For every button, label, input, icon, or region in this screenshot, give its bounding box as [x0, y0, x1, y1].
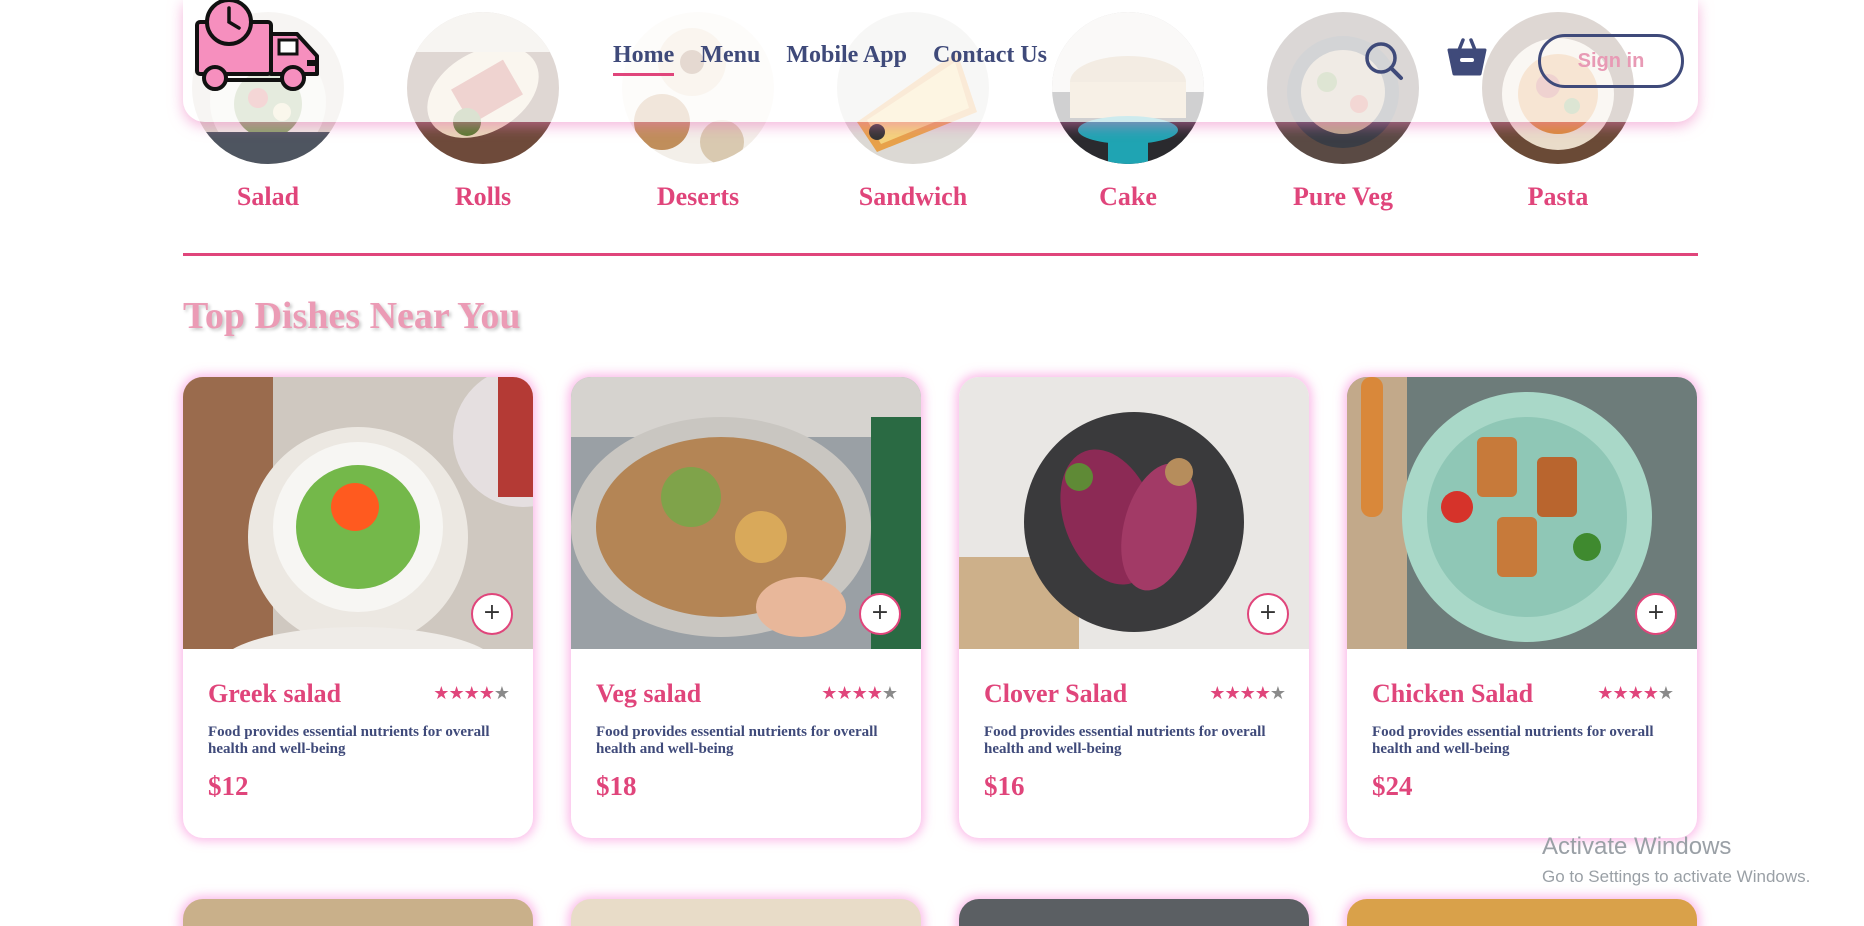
chicken-salad-photo: +	[1347, 377, 1697, 649]
category-label: Rolls	[454, 182, 512, 211]
dish-info: Chicken Salad ★★★★★ Food provides essent…	[1347, 649, 1697, 802]
star-icon: ★	[821, 683, 837, 704]
dish-card[interactable]: + Clover Salad ★★★★★ Food provides essen…	[959, 377, 1309, 838]
search-icon[interactable]	[1363, 40, 1405, 82]
watermark-title: Activate Windows	[1542, 833, 1732, 860]
dish-card-peek[interactable]	[183, 899, 533, 926]
star-icon: ★	[1209, 683, 1225, 704]
main-nav: Home Menu Mobile App Contact Us	[613, 42, 1047, 76]
star-icon: ★	[866, 683, 883, 704]
dish-price: $16	[984, 771, 1025, 801]
dish-card-peek[interactable]	[959, 899, 1309, 926]
star-icon: ★	[1612, 683, 1628, 704]
star-icon: ★	[851, 683, 868, 704]
watermark-subtitle: Go to Settings to activate Windows.	[1542, 867, 1811, 886]
section-title: Top Dishes Near You	[183, 295, 521, 337]
dish-info: Veg salad ★★★★★ Food provides essential …	[571, 649, 921, 802]
veg-salad-photo: +	[571, 377, 921, 649]
star-icon: ★	[1269, 683, 1286, 704]
star-icon: ★	[1627, 683, 1644, 704]
star-icon: ★	[1224, 683, 1240, 704]
category-label: Cake	[1099, 182, 1157, 211]
add-to-cart-button[interactable]: +	[471, 593, 513, 635]
dish-card-peek[interactable]	[571, 899, 921, 926]
dish-price: $18	[596, 771, 637, 801]
star-icon: ★	[1254, 683, 1271, 704]
star-rating: ★★★★★	[433, 683, 510, 704]
dish-description: Food provides essential nutrients for ov…	[984, 724, 1266, 757]
star-icon: ★	[1239, 683, 1256, 704]
nav-link-menu[interactable]: Menu	[700, 42, 760, 76]
delivery-truck-logo[interactable]	[193, 0, 323, 92]
activate-windows-watermark: Activate Windows Go to Settings to activ…	[1542, 833, 1810, 887]
dish-price: $12	[208, 771, 249, 801]
category-label: Pure Veg	[1293, 182, 1393, 211]
dish-card[interactable]: + Veg salad ★★★★★ Food provides essentia…	[571, 377, 921, 838]
star-rating: ★★★★★	[821, 683, 898, 704]
add-to-cart-button[interactable]: +	[1635, 593, 1677, 635]
dish-price: $24	[1372, 771, 1413, 801]
clover-salad-photo: +	[959, 377, 1309, 649]
star-icon: ★	[1657, 683, 1674, 704]
star-icon: ★	[478, 683, 495, 704]
dish-card-peek[interactable]	[1347, 899, 1697, 926]
dish-card[interactable]: + Chicken Salad ★★★★★ Food provides esse…	[1347, 377, 1697, 838]
category-label: Pasta	[1527, 182, 1589, 211]
add-to-cart-button[interactable]: +	[1247, 593, 1289, 635]
category-label: Sandwich	[858, 182, 968, 211]
nav-link-mobile-app[interactable]: Mobile App	[786, 42, 907, 76]
navbar: Home Menu Mobile App Contact Us Sign in	[183, 0, 1698, 122]
star-icon: ★	[448, 683, 464, 704]
section-divider	[183, 253, 1698, 256]
star-icon: ★	[433, 683, 449, 704]
dish-card[interactable]: + Greek salad ★★★★★ Food provides essent…	[183, 377, 533, 838]
category-label: Deserts	[656, 182, 740, 211]
star-rating: ★★★★★	[1209, 683, 1286, 704]
add-to-cart-button[interactable]: +	[859, 593, 901, 635]
sign-in-button[interactable]: Sign in	[1538, 34, 1684, 88]
dish-info: Clover Salad ★★★★★ Food provides essenti…	[959, 649, 1309, 802]
star-icon: ★	[493, 683, 510, 704]
star-icon: ★	[1597, 683, 1613, 704]
nav-link-home[interactable]: Home	[613, 42, 675, 76]
nav-link-contact-us[interactable]: Contact Us	[933, 42, 1047, 76]
dish-description: Food provides essential nutrients for ov…	[596, 724, 878, 757]
star-icon: ★	[836, 683, 852, 704]
dish-description: Food provides essential nutrients for ov…	[208, 724, 490, 757]
basket-icon[interactable]	[1446, 36, 1488, 78]
category-label: Salad	[236, 182, 300, 211]
dish-description: Food provides essential nutrients for ov…	[1372, 724, 1654, 757]
star-rating: ★★★★★	[1597, 683, 1674, 704]
greek-salad-photo: +	[183, 377, 533, 649]
star-icon: ★	[463, 683, 480, 704]
dish-info: Greek salad ★★★★★ Food provides essentia…	[183, 649, 533, 802]
star-icon: ★	[1642, 683, 1659, 704]
star-icon: ★	[881, 683, 898, 704]
